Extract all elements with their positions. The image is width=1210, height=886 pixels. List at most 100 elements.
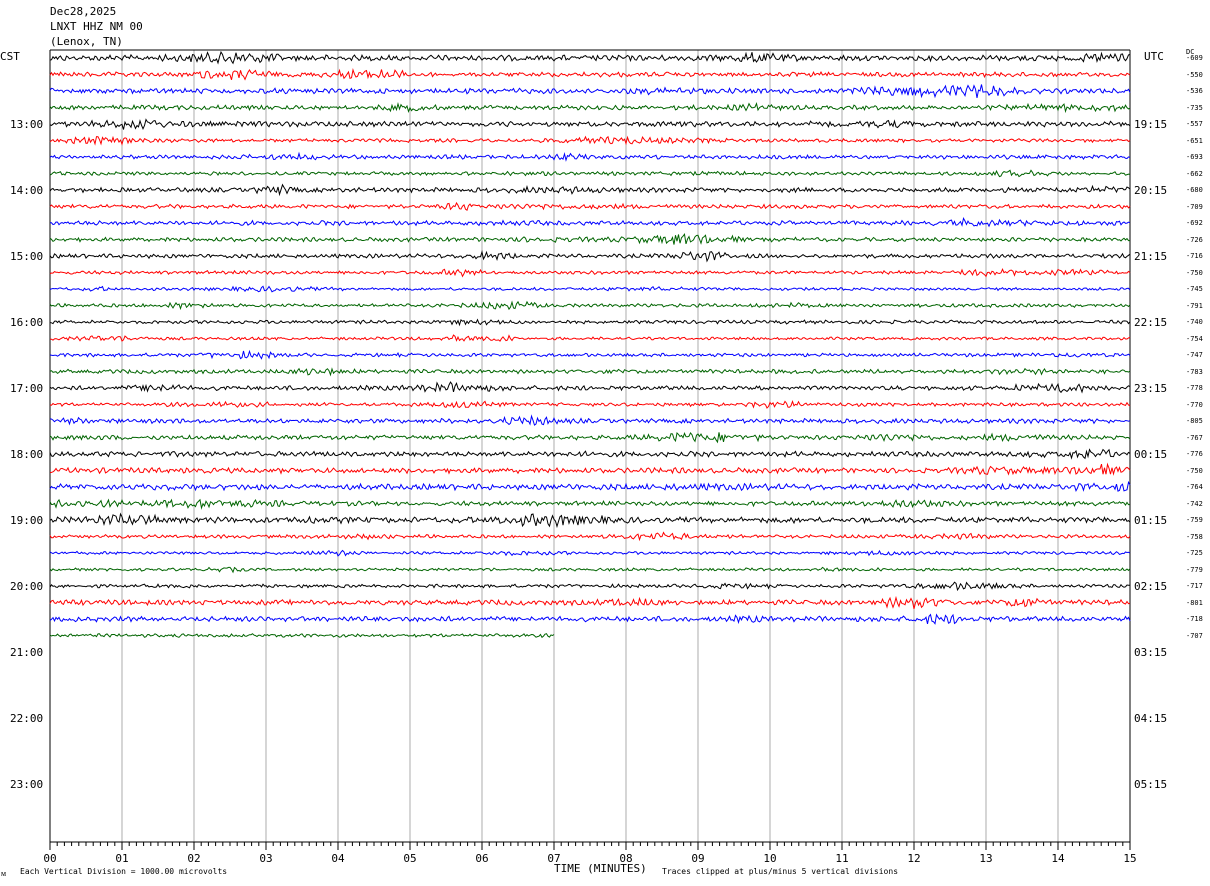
seismic-trace [49,201,1131,211]
x-tick-label: 13 [979,852,993,865]
utc-hour-label: 03:15 [1134,646,1168,659]
dc-offset-value: -718 [1186,615,1203,623]
dc-offset-value: -662 [1186,169,1203,178]
seismic-trace [49,595,1131,610]
dc-offset-value: -550 [1186,70,1203,79]
seismic-trace [49,232,1130,245]
dc-offset-value: -750 [1186,466,1203,475]
seismic-trace [49,102,1131,114]
seismic-trace [49,633,555,639]
seismic-trace [49,285,1131,293]
utc-hour-label: 22:15 [1134,316,1168,329]
dc-offset-value: -759 [1186,516,1203,524]
seismic-trace [49,400,1131,409]
dc-offset-value: -692 [1186,219,1203,227]
dc-offset-value: -783 [1186,367,1203,376]
dc-offset-value: -764 [1186,483,1203,491]
utc-hour-label: 20:15 [1134,184,1168,197]
x-tick-label: 06 [475,852,489,865]
seismic-trace [49,448,1131,460]
dc-offset-value: -717 [1186,582,1203,590]
seismic-trace [49,118,1131,131]
dc-offset-value: -776 [1186,450,1203,458]
seismic-trace [49,349,1131,360]
dc-offset-value: -557 [1186,120,1203,128]
cst-hour-label: 13:00 [10,118,44,131]
seismic-trace [49,67,1131,81]
seismic-trace [49,566,1131,574]
seismic-trace [49,50,1131,65]
dc-offset-value: -778 [1186,384,1203,392]
dc-offset-value: -693 [1186,153,1203,161]
dc-offset-value: -754 [1186,334,1203,343]
seismic-trace [49,512,1131,529]
seismic-trace [50,217,1131,228]
dc-offset-value: -747 [1186,351,1203,359]
cst-hour-label: 17:00 [10,382,44,395]
corner-mark: ᴍ [1,869,7,878]
dc-offset-value: -651 [1186,136,1203,145]
seismic-trace [49,414,1131,426]
cst-hour-label: 18:00 [10,448,44,461]
seismic-trace [49,581,1130,592]
x-tick-label: 09 [691,852,705,865]
seismic-trace [49,431,1131,444]
seismic-trace [49,531,1131,542]
dc-offset-value: -779 [1186,565,1203,574]
dc-offset-value: -707 [1186,631,1203,640]
time-axis [49,841,1131,850]
x-tick-label: 14 [1051,852,1065,865]
seismic-trace [49,381,1131,394]
seismic-trace [49,549,1131,557]
x-tick-label: 00 [43,852,57,865]
utc-hour-label: 05:15 [1134,778,1168,791]
dc-offset-value: -801 [1186,598,1203,607]
time-grid [49,49,1131,842]
seismic-trace [49,249,1131,263]
cst-hour-label: 20:00 [10,580,44,593]
seismic-trace [49,498,1130,510]
seismic-trace [49,151,1131,162]
cst-hour-label: 23:00 [10,778,44,791]
dc-offset-value: -716 [1186,252,1203,260]
x-tick-label: 01 [115,852,129,865]
cst-hour-label: 19:00 [10,514,44,527]
seismic-trace [49,613,1131,625]
dc-offset-value: -767 [1186,433,1203,442]
seismic-trace [49,462,1131,476]
dc-offset-value: -770 [1186,400,1203,409]
x-tick-label: 05 [403,852,417,865]
utc-hour-label: 02:15 [1134,580,1168,593]
seismic-trace [49,334,1131,342]
seismic-trace [49,169,1131,178]
dc-offset-value: -609 [1186,54,1203,62]
dc-offset-value: -805 [1186,417,1203,425]
x-tick-label: 12 [907,852,921,865]
seismic-trace [49,135,1131,146]
seismic-trace [49,84,1131,99]
utc-hour-label: 21:15 [1134,250,1168,263]
seismic-trace [49,300,1131,311]
seismic-traces [49,50,1131,639]
seismic-trace [49,480,1131,492]
seismic-trace [49,268,1131,278]
cst-hour-label: 15:00 [10,250,44,263]
dc-offset-value: -735 [1186,103,1203,112]
seismic-trace [49,367,1131,377]
cst-hour-label: 22:00 [10,712,44,725]
vertical-division-note: Each Vertical Division = 1000.00 microvo… [20,867,228,876]
cst-hour-label: 14:00 [10,184,44,197]
x-tick-label: 11 [835,852,849,865]
x-tick-label: 02 [187,852,201,865]
dc-offset-value: -726 [1186,235,1203,244]
x-tick-label: 03 [259,852,273,865]
dc-offset-value: -745 [1186,285,1203,293]
seismogram-plot [49,49,1131,850]
seismic-trace [49,318,1131,327]
dc-offset-value: -791 [1186,301,1203,310]
x-tick-label: 10 [763,852,777,865]
cst-hour-label: 21:00 [10,646,44,659]
dc-offset-value: -536 [1186,87,1203,95]
seismic-trace [49,183,1131,197]
utc-hour-label: 19:15 [1134,118,1168,131]
